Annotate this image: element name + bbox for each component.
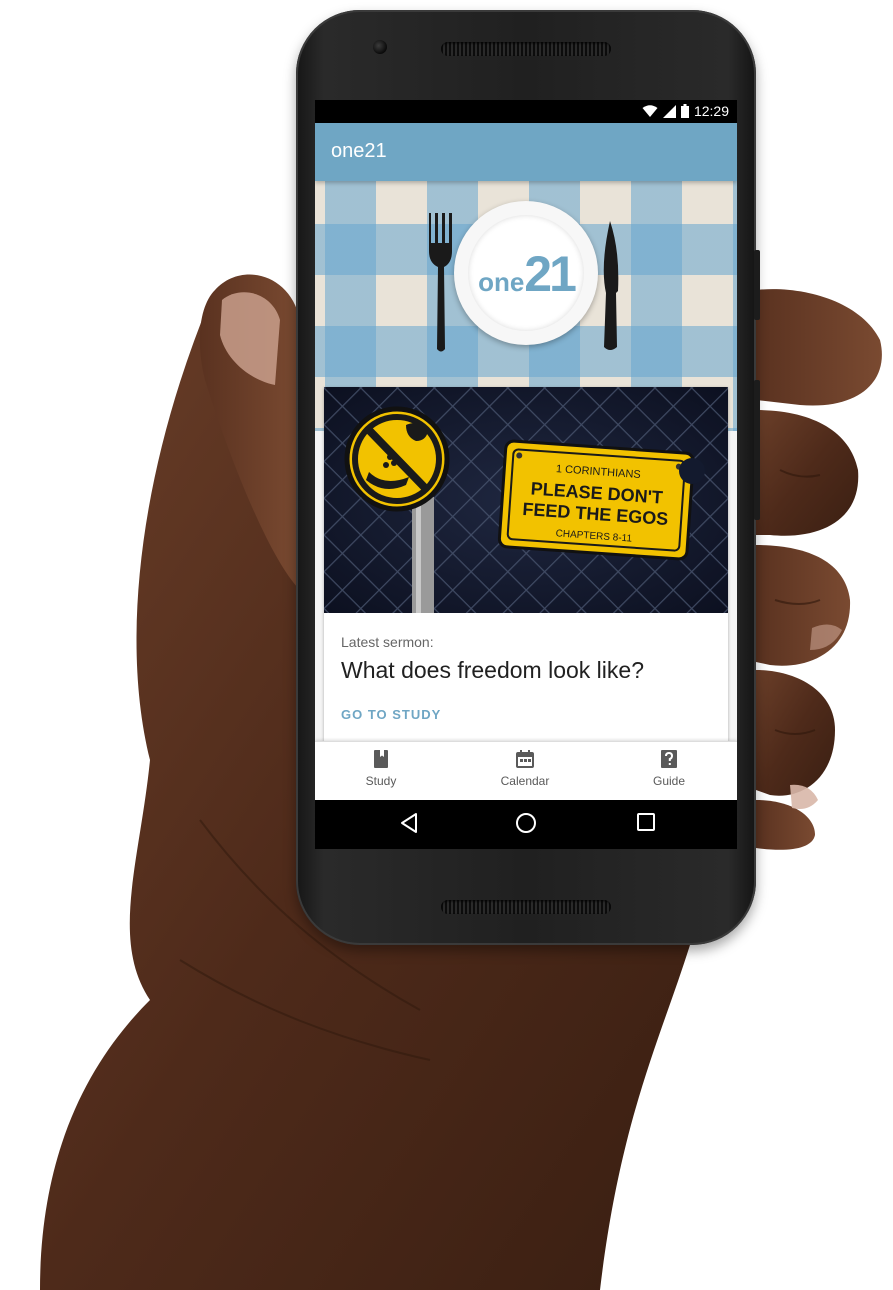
signal-icon [662, 104, 676, 118]
nav-label-study: Study [365, 774, 397, 788]
app-logo: one21 [454, 245, 598, 303]
bottom-speaker [441, 900, 611, 914]
logo-text-small: one [478, 267, 525, 297]
bottom-navigation: Study Calendar Guide [315, 741, 737, 800]
app-bar: one21 [315, 123, 737, 181]
wifi-icon [642, 104, 658, 117]
nav-item-guide[interactable]: Guide [624, 750, 714, 788]
battery-icon [680, 104, 689, 118]
book-icon [374, 750, 388, 768]
help-icon [661, 750, 677, 768]
go-to-study-button[interactable]: GO TO STUDY [341, 707, 441, 722]
system-navigation-bar [315, 799, 737, 849]
plate: one21 [454, 201, 598, 345]
plate-logo: one21 [426, 201, 626, 366]
fork-icon [429, 213, 452, 352]
sermon-title: What does freedom look like? [341, 657, 644, 683]
top-speaker [441, 42, 611, 56]
screen: 12:29 one21 one21 1 CORINTHIANS PLEASE D… [315, 100, 737, 849]
card-caption: Latest sermon: [341, 634, 434, 650]
volume-button[interactable] [754, 380, 760, 520]
status-time: 12:29 [693, 103, 729, 119]
logo-text-large: 21 [524, 246, 577, 302]
nav-item-calendar[interactable]: Calendar [480, 750, 570, 788]
nav-label-calendar: Calendar [500, 774, 550, 788]
back-icon[interactable] [399, 812, 419, 834]
latest-sermon-card[interactable]: 1 CORINTHIANS PLEASE DON'T FEED THE EGOS… [324, 387, 728, 741]
nav-label-guide: Guide [652, 774, 686, 788]
sermon-artwork: 1 CORINTHIANS PLEASE DON'T FEED THE EGOS… [324, 387, 728, 613]
recents-icon[interactable] [636, 812, 656, 832]
status-bar: 12:29 [315, 100, 737, 123]
calendar-icon [516, 750, 534, 768]
home-icon[interactable] [515, 812, 537, 834]
power-button[interactable] [754, 250, 760, 320]
app-title: one21 [331, 140, 387, 162]
front-camera [373, 40, 387, 54]
nav-item-study[interactable]: Study [336, 750, 426, 788]
knife-icon [603, 221, 619, 350]
